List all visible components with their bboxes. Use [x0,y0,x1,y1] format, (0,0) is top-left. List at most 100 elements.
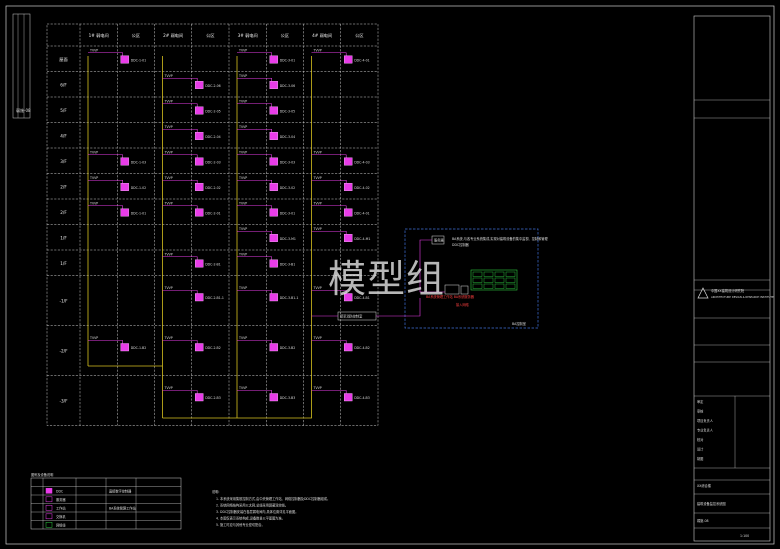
ddc-tap-label: TVVP [164,74,173,78]
switch-port [483,277,494,283]
column-header: 3# 弱电间 [238,32,258,39]
company-logo-icon [697,287,709,299]
ddc-tap-label: TVVP [164,150,173,154]
binding-strip-label: 弱施-08 [16,108,31,113]
switch-port [505,283,516,289]
legend-name: 服务器 [56,497,66,502]
floor-label: 5/F [60,108,67,113]
ddc-tap-label: TVVP [89,201,98,205]
legend-name: 工作站 [56,506,66,511]
title-block-role: 审核 [697,409,704,414]
switch-port [472,271,483,277]
ddc-tap-label: TVVP [313,336,322,340]
column-header: 公区 [132,33,140,38]
ddc-controller-icon [344,393,353,402]
ddc-controller-label: DDC-2-03 [205,160,221,164]
legend-description: 直接数字控制器 [109,489,132,494]
ddc-controller-label: DDC-3-05 [280,109,296,113]
binding-strip [12,13,31,119]
control-room-description: BA系统,与各专业系统集成,实现对建筑设备的集中监视、控制和管理 [452,236,548,241]
floor-label: -2/F [60,349,69,354]
ddc-controller-label: DDC-2-B1 [205,262,221,266]
ddc-controller-label: DDC-3-02 [280,186,296,190]
ddc-tap-label: TVVP [164,286,173,290]
switch-port [494,277,505,283]
ddc-controller-label: DDC-4-01 [354,211,370,215]
ddc-controller-label: DDC-1-B2 [131,346,147,350]
ddc-controller-icon [194,183,204,191]
legend-name: 网络线 [56,523,66,528]
ddc-controller-label: DDC-2-B2 [205,346,221,350]
column-header: 2# 弱电间 [163,32,183,39]
ddc-controller-label: DDC-4-01 [354,58,370,62]
switch-port [494,283,505,289]
legend-symbol [45,496,53,503]
ddc-controller-icon [269,157,278,166]
switch-port [472,283,483,289]
column-header: 公区 [206,33,214,38]
title-block-role: 制图 [697,456,703,461]
ddc-controller-icon [269,234,278,242]
ddc-tap-label: TVVP [238,227,247,231]
notes-line: 4. 本图仅表示系统构成,设备数量以平面图为准。 [216,516,285,521]
ddc-controller-icon [120,157,129,166]
ddc-controller-label: DDC-3-01 [280,58,296,62]
legend-symbol [45,505,53,511]
ddc-tap-label: TVVP [164,99,173,103]
notes-title: 说明: [212,489,219,494]
ddc-controller-icon [344,343,353,352]
title-block-role: 项目负责人 [697,418,714,423]
control-red-note: 接入网络 [456,302,470,307]
column-header: 公区 [355,33,363,38]
ddc-tap-label: TVVP [238,125,247,129]
company-name: 中国XX建筑设计研究院 [711,288,745,293]
ddc-controller-label: DDC-3-B1 [280,262,296,266]
server-label: 服务器 [434,238,444,243]
ddc-controller-label: DDC-2-05 [205,109,221,113]
legend-description: BA系统管理工作站 [109,506,136,511]
ddc-tap-label: TVVP [313,48,322,52]
ddc-controller-label: DDC-3-B1-1 [280,296,299,300]
ddc-controller-label: DDC-3-B3 [280,396,296,400]
title-block-role: 校对 [697,437,704,442]
ddc-controller-icon [344,293,353,302]
ddc-tap-label: TVVP [238,150,247,154]
ddc-tap-label: TVVP [313,201,322,205]
ddc-tap-label: TVVP [89,150,98,154]
ddc-tap-label: TVVP [238,99,247,103]
ddc-controller-icon [194,259,204,268]
floor-label: 4/F [60,133,67,138]
ddc-controller-label: DDC-4-03 [354,160,370,164]
ddc-controller-icon [194,393,204,402]
outer-border [5,5,775,545]
ddc-controller-label: DDC-4-B2 [354,346,370,350]
switch-port [483,271,494,277]
control-room-boundary [404,228,539,329]
ddc-tap-label: TVVP [164,201,173,205]
ddc-controller-label: DDC-2-04 [205,135,221,139]
ddc-tap-label: TVVP [164,252,173,256]
ddc-tap-label: TVVP [313,286,322,290]
notes-line: 2. 系统网络结构采用以太网,总线采用屏蔽双绞线。 [216,503,288,508]
ddc-controller-icon [194,343,204,352]
ddc-controller-label: DDC-3-B2 [280,346,296,350]
ddc-controller-icon [194,208,204,217]
control-room-title: BA控制室 [512,321,526,326]
ddc-controller-icon [269,132,278,140]
floor-label: 3/F [60,159,67,164]
title-block-frame [693,15,771,542]
ddc-tap-label: TVVP [238,386,247,390]
ddc-tap-label: TVVP [164,125,173,129]
control-red-note: BA系统管理工作站 BA系统服务器 [426,294,475,299]
ddc-controller-label: DDC-1-02 [131,186,147,190]
ddc-controller-label: DDC-3-01 [280,211,296,215]
switch-port [472,277,483,283]
ddc-controller-icon [269,55,278,64]
ddc-controller-label: DDC-4-B1 [354,296,370,300]
ddc-controller-label: DDC-3-06 [280,84,296,88]
legend-table: 图例及设备说明 DDC 直接数字控制器服务器工作站 BA系统管理工作站交换机网络线 [30,472,182,530]
network-switch-panel [470,269,518,291]
control-link-line [376,298,421,317]
floor-label: -1/F [60,299,69,304]
ddc-tap-label: TVVP [164,336,173,340]
